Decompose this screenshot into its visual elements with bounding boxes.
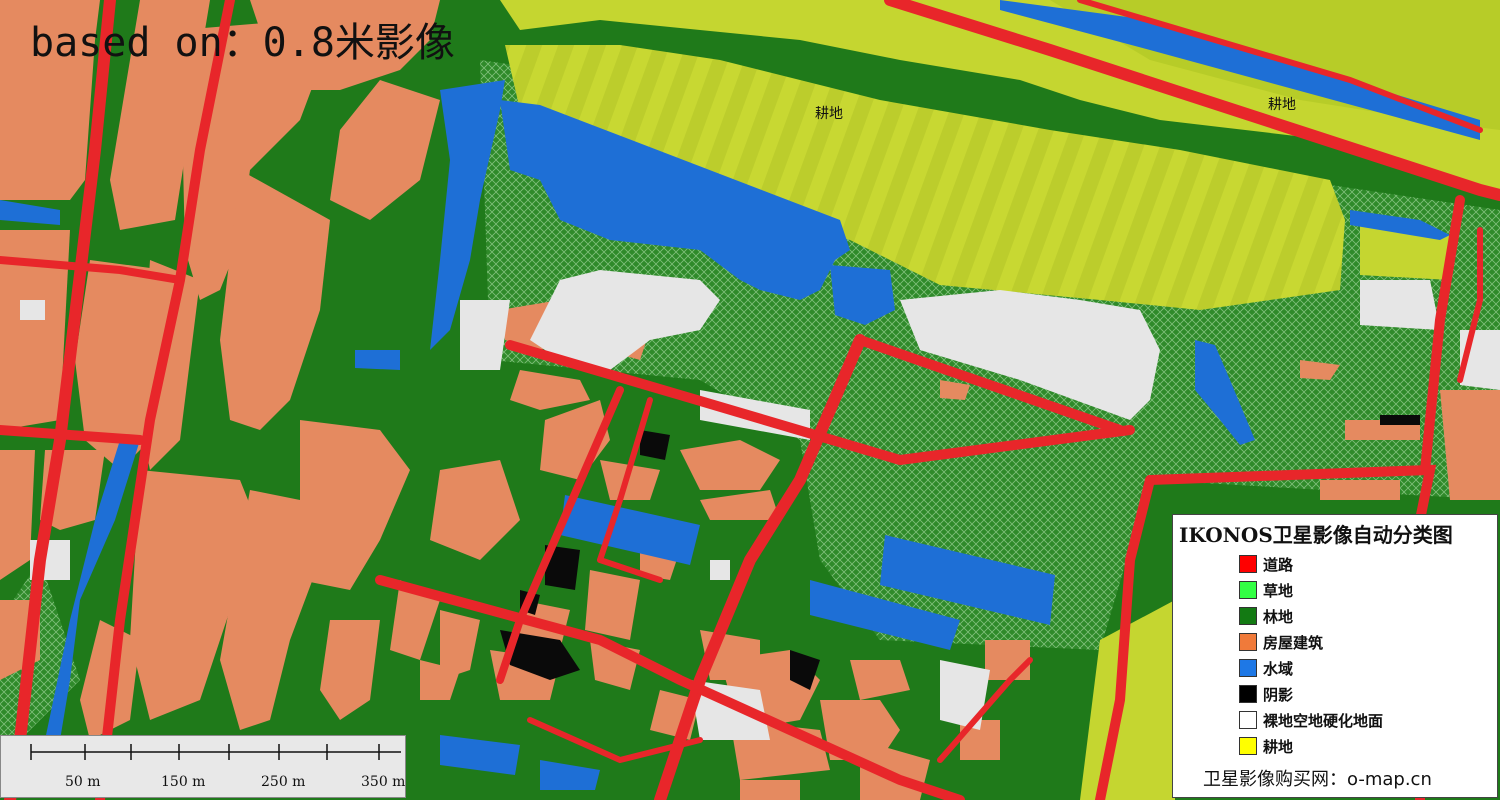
legend-item-farmland: 耕地: [1239, 735, 1293, 757]
legend-item-shadow: 阴影: [1239, 683, 1293, 705]
scale-label: 250 m: [261, 774, 306, 790]
legend-label: 草地: [1263, 581, 1294, 600]
farmland-map-label: 耕地: [1268, 97, 1296, 113]
legend-label: 水域: [1263, 659, 1294, 678]
farmland-map-label: 耕地: [815, 106, 843, 122]
legend-item-water: 水域: [1239, 657, 1293, 679]
scale-label: 50 m: [65, 774, 101, 790]
legend-label: 林地: [1263, 607, 1294, 626]
legend-item-forest: 林地: [1239, 605, 1293, 627]
legend-label: 道路: [1263, 555, 1294, 574]
scale-label: 350 m: [361, 774, 406, 790]
legend-swatch-forest: [1239, 607, 1257, 625]
legend-swatch-bare-ground: [1239, 711, 1257, 729]
legend-swatch-grassland: [1239, 581, 1257, 599]
legend-swatch-road: [1239, 555, 1257, 573]
legend-panel: IKONOS卫星影像自动分类图 道路 草地 林地 房屋建筑 水域 阴影 裸地空地…: [1172, 514, 1498, 798]
legend-swatch-water: [1239, 659, 1257, 677]
legend-source-text: 卫星影像购买网：o-map.cn: [1203, 769, 1432, 790]
legend-label: 裸地空地硬化地面: [1263, 711, 1384, 730]
legend-item-grassland: 草地: [1239, 579, 1293, 601]
legend-item-building: 房屋建筑: [1239, 631, 1323, 653]
legend-swatch-farmland: [1239, 737, 1257, 755]
legend-swatch-building: [1239, 633, 1257, 651]
scale-label: 150 m: [161, 774, 206, 790]
legend-label: 阴影: [1263, 685, 1294, 704]
legend-swatch-shadow: [1239, 685, 1257, 703]
legend-item-road: 道路: [1239, 553, 1293, 575]
title-overlay: based on：0.8米影像: [30, 20, 455, 66]
legend-item-bare-ground: 裸地空地硬化地面: [1239, 709, 1383, 731]
legend-label: 房屋建筑: [1263, 633, 1324, 652]
legend-label: 耕地: [1263, 737, 1294, 756]
scale-bar: 50 m 150 m 250 m 350 m: [0, 735, 406, 798]
legend-title: IKONOS卫星影像自动分类图: [1179, 523, 1453, 547]
scale-bar-ruler: [30, 744, 401, 760]
